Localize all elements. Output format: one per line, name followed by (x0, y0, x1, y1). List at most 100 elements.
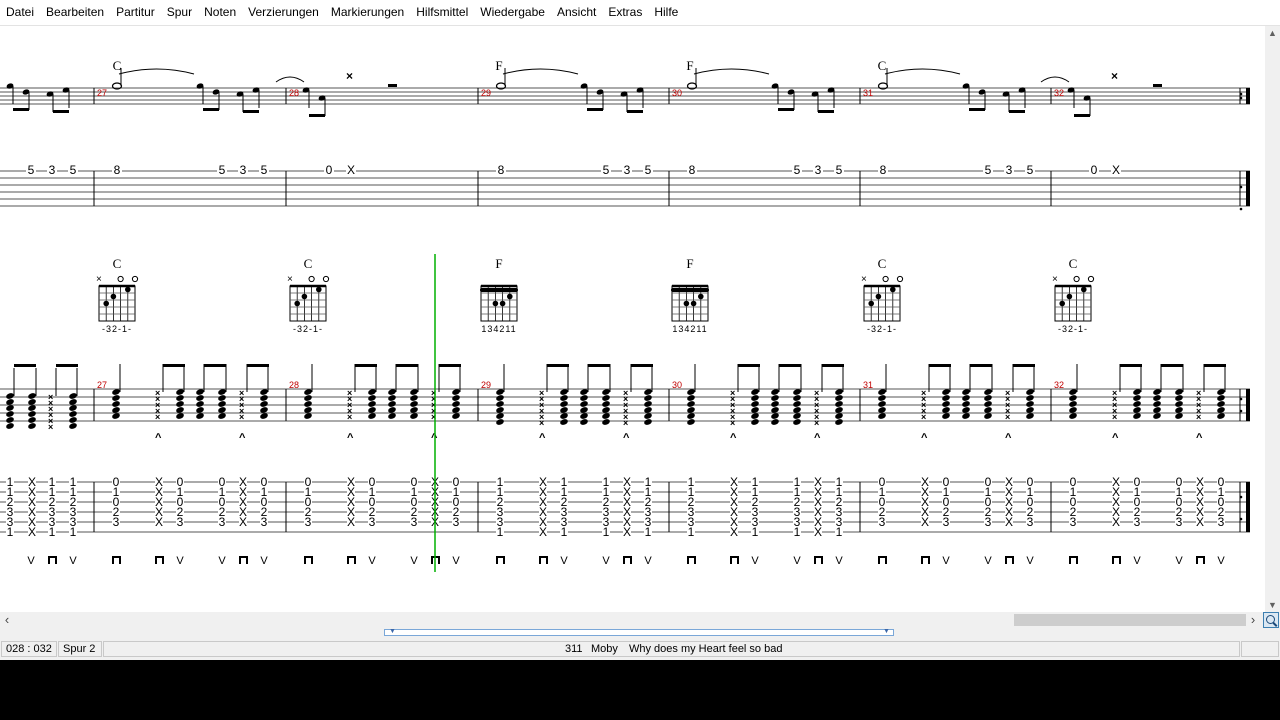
chevron-up-icon[interactable]: ▲ (1265, 26, 1280, 40)
note-beam (738, 364, 760, 367)
chord-note (6, 411, 14, 417)
triangle-down-icon[interactable]: ▼ (389, 627, 396, 637)
chord-note (410, 401, 418, 407)
note-beam (929, 364, 951, 367)
accent-marker: ^ (730, 432, 737, 444)
chord-note (1069, 401, 1077, 407)
finger-dot (125, 286, 131, 293)
chord-name: C (1069, 256, 1078, 271)
downstroke-icon (155, 556, 164, 564)
chord-fingering: -32-1- (867, 324, 897, 334)
chord-note (196, 395, 204, 401)
note-beam (396, 364, 418, 367)
tie (693, 68, 770, 75)
horizontal-scrollbar[interactable]: ‹ › (0, 612, 1262, 628)
menu-hilfsmittel[interactable]: Hilfsmittel (410, 0, 474, 25)
tab-number: 1 (70, 525, 77, 539)
bar-number: 29 (481, 88, 491, 98)
zoom-button[interactable] (1263, 612, 1279, 628)
note-beam (1120, 364, 1142, 367)
tab-number: X (814, 525, 822, 539)
chord-note (687, 395, 695, 401)
score-sheet[interactable]: 27 28 29 30 31 32C F F C× ×5 3 5 8 5 3 5 0 X 8 5 3 5 8 5 3 5 8 5 3 5 0… (0, 26, 1265, 612)
menu-bearbeiten[interactable]: Bearbeiten (40, 0, 110, 25)
menu-hilfe[interactable]: Hilfe (648, 0, 684, 25)
upstroke-icon: V (1217, 555, 1225, 567)
menu-wiedergabe[interactable]: Wiedergabe (474, 0, 551, 25)
repeat-dot (1239, 185, 1243, 189)
menu-extras[interactable]: Extras (602, 0, 648, 25)
chevron-right-icon[interactable]: › (1246, 612, 1260, 628)
chevron-left-icon[interactable]: ‹ (0, 612, 14, 628)
chord-note (1069, 395, 1077, 401)
chord-note (1133, 395, 1141, 401)
chord-note (452, 395, 460, 401)
upstroke-icon: V (260, 555, 268, 567)
tab-number: X (1112, 163, 1120, 177)
tab-number: 3 (815, 163, 822, 177)
tab-number: 3 (985, 515, 992, 529)
chord-name: C (304, 256, 313, 271)
chord-note (496, 419, 504, 425)
upstroke-icon: V (644, 555, 652, 567)
menu-markierungen[interactable]: Markierungen (325, 0, 410, 25)
tab-number: 0 (1091, 163, 1098, 177)
chord-note (1153, 395, 1161, 401)
mute-marker: × (1052, 274, 1058, 285)
chevron-down-icon[interactable]: ▼ (1265, 598, 1280, 612)
tab-number: 3 (369, 515, 376, 529)
note-beam (1009, 110, 1025, 113)
menu-partitur[interactable]: Partitur (110, 0, 161, 25)
menu-noten[interactable]: Noten (198, 0, 242, 25)
finger-dot (690, 300, 697, 307)
chord-note (69, 411, 77, 417)
bar-number: 28 (289, 88, 299, 98)
chord-note (835, 395, 843, 401)
chord-name: C (878, 256, 887, 271)
menu-datei[interactable]: Datei (0, 0, 40, 25)
status-bar: 028 : 032 Spur 2 311 Moby Why does my He… (0, 640, 1280, 660)
repeat-dot (1239, 96, 1243, 100)
vertical-scrollbar[interactable]: ▲ ▼ (1265, 26, 1280, 612)
open-string-marker (896, 275, 904, 283)
menu-spur[interactable]: Spur (161, 0, 198, 25)
tab-number: 8 (498, 163, 505, 177)
scrollbar-thumb[interactable] (1014, 614, 1246, 626)
chord-note: × (347, 412, 352, 422)
menu-ansicht[interactable]: Ansicht (551, 0, 602, 25)
barre (671, 288, 709, 292)
tab-number: 1 (603, 525, 610, 539)
note-beam (243, 110, 259, 113)
chord-note (410, 395, 418, 401)
triangle-down-icon[interactable]: ▼ (883, 627, 890, 637)
open-string-marker (117, 275, 124, 283)
chord-note (112, 395, 120, 401)
chord-note (28, 423, 36, 429)
score-view[interactable]: 27 28 29 30 31 32 C F F C × × 5 3 5 8 5 3 5 0 X 8 5 3 5 8 5 3 5 8 5 3 5 0… (0, 26, 1265, 612)
chord-note (878, 401, 886, 407)
song-artist: Moby (591, 643, 618, 655)
chord-note (962, 395, 970, 401)
tab-number: 1 (688, 525, 695, 539)
finger-dot (103, 300, 109, 307)
tab-number: X (347, 515, 355, 529)
downstroke-icon (730, 556, 739, 564)
repeat-dot (1239, 495, 1243, 499)
chord-note (496, 401, 504, 407)
track-selector-bar[interactable]: ▼ ▼ (384, 627, 894, 637)
upstroke-icon: V (984, 555, 992, 567)
tab-number: 3 (453, 515, 460, 529)
chord-note (687, 401, 695, 407)
open-string-marker (322, 275, 330, 283)
chord-note (69, 417, 77, 423)
chord-note (218, 401, 226, 407)
final-barline (1246, 171, 1250, 206)
tie (502, 68, 579, 75)
accent-marker: ^ (1005, 432, 1012, 444)
tab-number: X (623, 525, 631, 539)
note-beam (247, 364, 269, 367)
chord-note (196, 401, 204, 407)
chord-note: × (1112, 412, 1117, 422)
finger-dot (698, 293, 704, 300)
menu-verzierungen[interactable]: Verzierungen (242, 0, 325, 25)
